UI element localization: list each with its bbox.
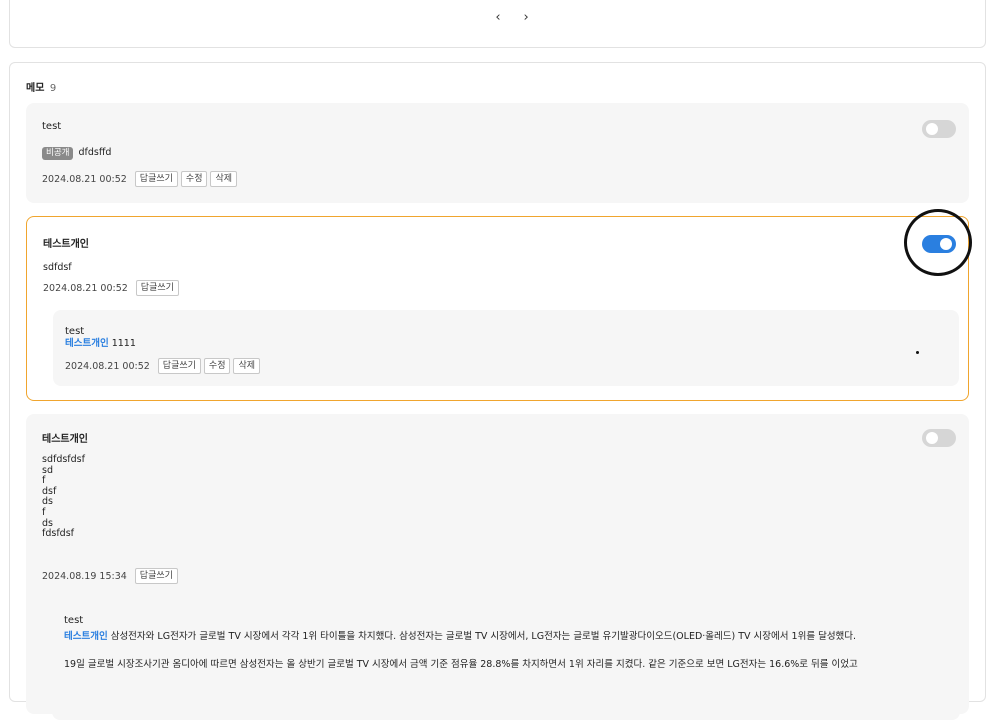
next-page-button[interactable]: › [516, 10, 538, 25]
delete-button[interactable]: 삭제 [210, 171, 238, 187]
reply-button[interactable]: 답글쓰기 [134, 568, 178, 584]
memo-author: test [42, 121, 62, 132]
reply-content: 1111 [111, 338, 136, 349]
memo-meta: 2024.08.21 00:52 답글쓰기 수정 삭제 [42, 171, 240, 187]
mention-link[interactable]: 테스트개인 [65, 338, 109, 349]
reply-content: 삼성전자와 LG전자가 글로벌 TV 시장에서 각각 1위 타이틀을 차지했다.… [110, 631, 857, 642]
prev-page-button[interactable]: ‹ [488, 10, 510, 25]
memo-meta: 2024.08.19 15:34 답글쓰기 [42, 568, 181, 584]
reply-author: test [64, 615, 84, 626]
memo-count: 9 [49, 83, 57, 94]
memo-item: test 비공개 dfdsffd 2024.08.21 00:52 답글쓰기 수… [26, 103, 969, 203]
visibility-toggle[interactable] [922, 120, 956, 138]
reply-item: test 테스트개인 1111 2024.08.21 00:52 답글쓰기 수정 … [53, 310, 959, 386]
memo-date: 2024.08.21 00:52 [42, 173, 127, 185]
reply-content-row: 테스트개인 삼성전자와 LG전자가 글로벌 TV 시장에서 각각 1위 타이틀을 … [64, 628, 856, 642]
memo-content: sdfdsf [43, 262, 72, 273]
memo-item-active: 테스트개인 sdfdsf 2024.08.21 00:52 답글쓰기 test … [26, 216, 969, 401]
private-badge: 비공개 [42, 147, 74, 160]
memo-title: 메모 [26, 83, 45, 94]
memo-content: sdfdsfdsf sd f dsf ds f ds fdsfdsf [42, 454, 85, 540]
delete-button[interactable]: 삭제 [233, 358, 261, 374]
pagination-panel: ‹ › [9, 0, 986, 48]
memo-author: 테스트개인 [42, 434, 88, 445]
mention-link[interactable]: 테스트개인 [64, 631, 108, 642]
memo-meta: 2024.08.21 00:52 답글쓰기 [43, 280, 182, 296]
reply-button[interactable]: 답글쓰기 [157, 358, 201, 374]
reply-button[interactable]: 답글쓰기 [134, 171, 178, 187]
pager: ‹ › [488, 10, 538, 25]
memo-panel: 메모 9 test 비공개 dfdsffd 2024.08.21 00:52 답… [9, 62, 986, 720]
reply-content-row: 테스트개인 1111 [65, 338, 136, 350]
toggle-knob [926, 432, 938, 444]
edit-button[interactable]: 수정 [203, 358, 231, 374]
reply-button[interactable]: 답글쓰기 [135, 280, 179, 296]
visibility-toggle[interactable] [922, 429, 956, 447]
memo-date: 2024.08.19 15:34 [42, 570, 127, 582]
reply-paragraph: 19일 글로벌 시장조사기관 옴디아에 따르면 삼성전자는 올 상반기 글로벌 … [64, 659, 858, 670]
reply-author: test [65, 326, 85, 337]
reply-item: test 테스트개인 삼성전자와 LG전자가 글로벌 TV 시장에서 각각 1위 … [52, 600, 960, 720]
memo-content-row: 비공개 dfdsffd [42, 147, 111, 160]
toggle-knob [940, 238, 952, 250]
memo-header: 메모 9 [26, 79, 56, 94]
reply-meta: 2024.08.21 00:52 답글쓰기 수정 삭제 [65, 358, 263, 374]
memo-author: 테스트개인 [43, 239, 89, 250]
edit-button[interactable]: 수정 [180, 171, 208, 187]
memo-date: 2024.08.21 00:52 [43, 282, 128, 294]
reply-date: 2024.08.21 00:52 [65, 360, 150, 372]
cursor-dot [916, 351, 919, 354]
visibility-toggle[interactable] [922, 235, 956, 253]
toggle-knob [926, 123, 938, 135]
memo-item: 테스트개인 sdfdsfdsf sd f dsf ds f ds fdsfdsf… [26, 414, 969, 720]
memo-content: dfdsffd [78, 147, 112, 159]
